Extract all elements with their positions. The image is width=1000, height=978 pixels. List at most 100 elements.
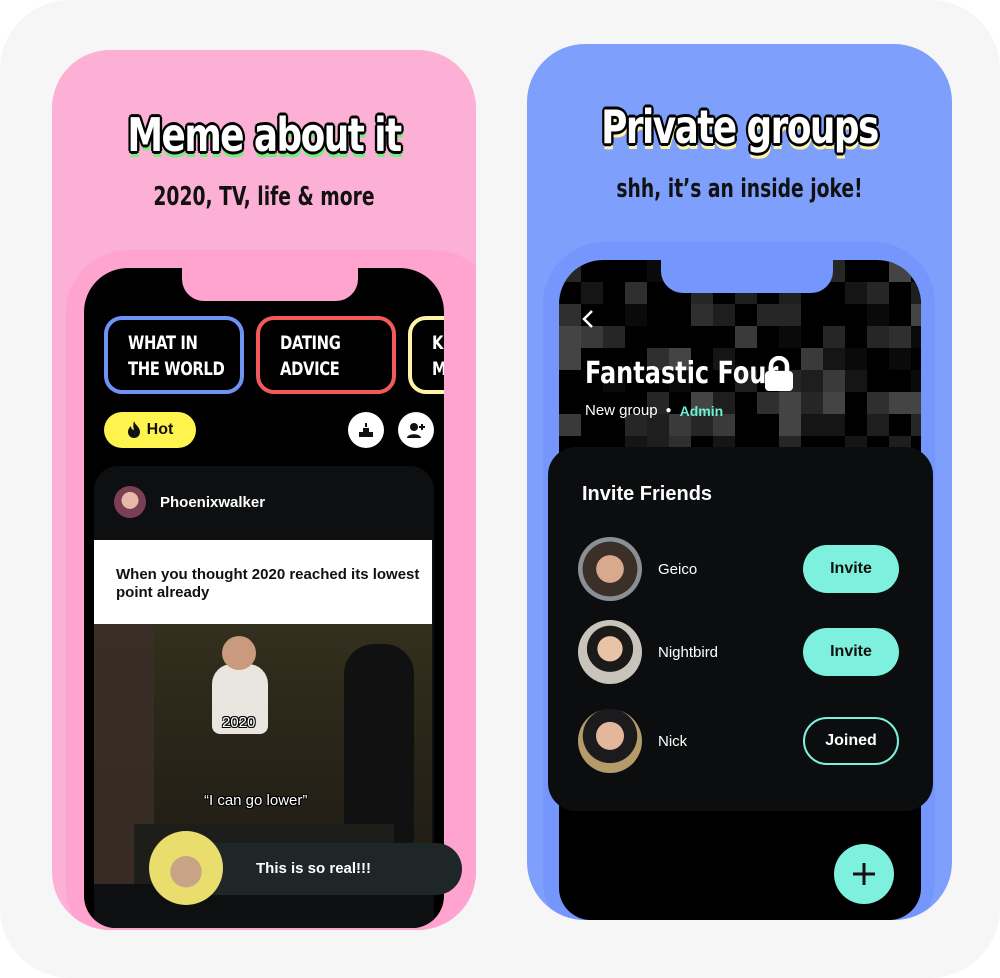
phone-notch bbox=[182, 268, 358, 301]
mosaic-pixel bbox=[845, 370, 867, 392]
panel-headline: Meme about it bbox=[127, 108, 402, 162]
meme-figure-camera-man bbox=[344, 644, 414, 844]
mosaic-pixel bbox=[801, 370, 823, 392]
category-chip-kdrama-memes[interactable]: Kdrama memes bbox=[408, 316, 444, 394]
friend-avatar bbox=[578, 709, 642, 773]
post-caption: When you thought 2020 reached its lowest… bbox=[94, 540, 432, 624]
comment-text: This is so real!!! bbox=[256, 860, 372, 877]
mosaic-pixel bbox=[911, 370, 921, 392]
invite-button[interactable]: Invite bbox=[803, 545, 899, 593]
mosaic-pixel bbox=[867, 326, 889, 348]
mosaic-pixel bbox=[911, 392, 921, 414]
group-meta: New group ● Admin bbox=[585, 402, 723, 419]
hot-filter-label: Hot bbox=[146, 421, 174, 438]
leaderboard-button[interactable] bbox=[348, 412, 384, 448]
hot-filter-button[interactable]: Hot bbox=[104, 412, 196, 448]
chip-label: memes bbox=[432, 356, 444, 382]
friend-name: Geico bbox=[658, 560, 698, 578]
mosaic-pixel bbox=[823, 370, 845, 392]
mosaic-pixel bbox=[867, 304, 889, 326]
mosaic-pixel bbox=[713, 304, 735, 326]
mosaic-pixel bbox=[889, 348, 911, 370]
meme-label-top: 2020 bbox=[222, 714, 256, 731]
mosaic-pixel bbox=[823, 348, 845, 370]
mosaic-pixel bbox=[823, 326, 845, 348]
flame-icon bbox=[127, 421, 140, 438]
mosaic-pixel bbox=[867, 392, 889, 414]
mosaic-pixel bbox=[845, 348, 867, 370]
mosaic-pixel bbox=[735, 326, 757, 348]
user-avatar[interactable] bbox=[114, 486, 146, 518]
mosaic-pixel bbox=[867, 414, 889, 436]
phone-notch bbox=[661, 260, 833, 293]
panel-headline: Private groups bbox=[601, 100, 879, 154]
mosaic-pixel bbox=[779, 304, 801, 326]
add-fab-button[interactable] bbox=[834, 844, 894, 904]
joined-button[interactable]: Joined bbox=[803, 717, 899, 765]
friend-name: Nick bbox=[658, 732, 688, 750]
meme-label-bottom: “I can go lower” bbox=[204, 792, 308, 809]
mosaic-pixel bbox=[625, 304, 647, 326]
panel-subline: 2020, TV, life & more bbox=[153, 182, 375, 212]
mosaic-pixel bbox=[845, 282, 867, 304]
invite-button[interactable]: Invite bbox=[803, 628, 899, 676]
mosaic-pixel bbox=[823, 414, 845, 436]
leaderboard-icon bbox=[359, 423, 373, 437]
mosaic-pixel bbox=[603, 326, 625, 348]
mosaic-pixel bbox=[867, 282, 889, 304]
add-friend-button[interactable] bbox=[398, 412, 434, 448]
chip-label: the world bbox=[128, 358, 225, 380]
phone-screen: What in the world Dating advice Kdrama m… bbox=[84, 268, 444, 928]
mosaic-pixel bbox=[911, 414, 921, 436]
post-header: Phoenixwalker bbox=[114, 486, 265, 518]
chevron-left-icon bbox=[582, 310, 593, 328]
mosaic-pixel bbox=[757, 304, 779, 326]
mosaic-pixel bbox=[559, 348, 581, 370]
group-role-badge: Admin bbox=[679, 402, 724, 419]
friend-row: Nightbird Invite bbox=[578, 620, 899, 684]
invite-friends-card: Invite Friends Geico Invite Nightbird In… bbox=[548, 447, 933, 811]
mosaic-pixel bbox=[559, 260, 581, 282]
invite-section-title: Invite Friends bbox=[582, 483, 713, 505]
mosaic-pixel bbox=[779, 414, 801, 436]
mosaic-pixel bbox=[779, 326, 801, 348]
chip-label: advice bbox=[280, 358, 340, 380]
mosaic-pixel bbox=[911, 304, 921, 326]
mosaic-pixel bbox=[559, 304, 581, 326]
add-person-icon bbox=[407, 423, 425, 438]
mosaic-pixel bbox=[559, 326, 581, 348]
chip-label: Kdrama bbox=[432, 332, 444, 354]
chip-label: What in bbox=[128, 332, 198, 354]
mosaic-pixel bbox=[823, 392, 845, 414]
friend-name: Nightbird bbox=[658, 643, 719, 661]
panel-subline: shh, it’s an inside joke! bbox=[616, 174, 863, 204]
commenter-avatar[interactable] bbox=[149, 831, 223, 905]
mosaic-pixel bbox=[911, 282, 921, 304]
friend-avatar bbox=[578, 537, 642, 601]
friend-row: Geico Invite bbox=[578, 537, 899, 601]
group-status: New group bbox=[585, 402, 658, 419]
mosaic-pixel bbox=[801, 414, 823, 436]
category-chip-what-in-the-world[interactable]: What in the world bbox=[104, 316, 244, 394]
friend-avatar bbox=[578, 620, 642, 684]
mosaic-pixel bbox=[691, 304, 713, 326]
separator-dot: ● bbox=[665, 405, 672, 416]
meme-feature-panel: Meme about it 2020, TV, life & more What… bbox=[52, 50, 476, 930]
mosaic-pixel bbox=[889, 260, 911, 282]
mosaic-pixel bbox=[801, 348, 823, 370]
back-button[interactable] bbox=[581, 308, 595, 334]
chip-label: Dating bbox=[280, 332, 341, 354]
lock-icon bbox=[763, 355, 795, 397]
app-store-preview-canvas: Meme about it 2020, TV, life & more What… bbox=[0, 0, 1000, 978]
friend-row: Nick Joined bbox=[578, 709, 899, 773]
mosaic-pixel bbox=[625, 282, 647, 304]
mosaic-pixel bbox=[889, 326, 911, 348]
meme-figure-head bbox=[222, 636, 256, 670]
category-chip-dating-advice[interactable]: Dating advice bbox=[256, 316, 396, 394]
mosaic-pixel bbox=[889, 392, 911, 414]
mosaic-pixel bbox=[911, 326, 921, 348]
post-username[interactable]: Phoenixwalker bbox=[160, 494, 265, 511]
mosaic-pixel bbox=[581, 282, 603, 304]
group-name: Fantastic Four bbox=[585, 356, 779, 391]
mosaic-pixel bbox=[559, 414, 581, 436]
